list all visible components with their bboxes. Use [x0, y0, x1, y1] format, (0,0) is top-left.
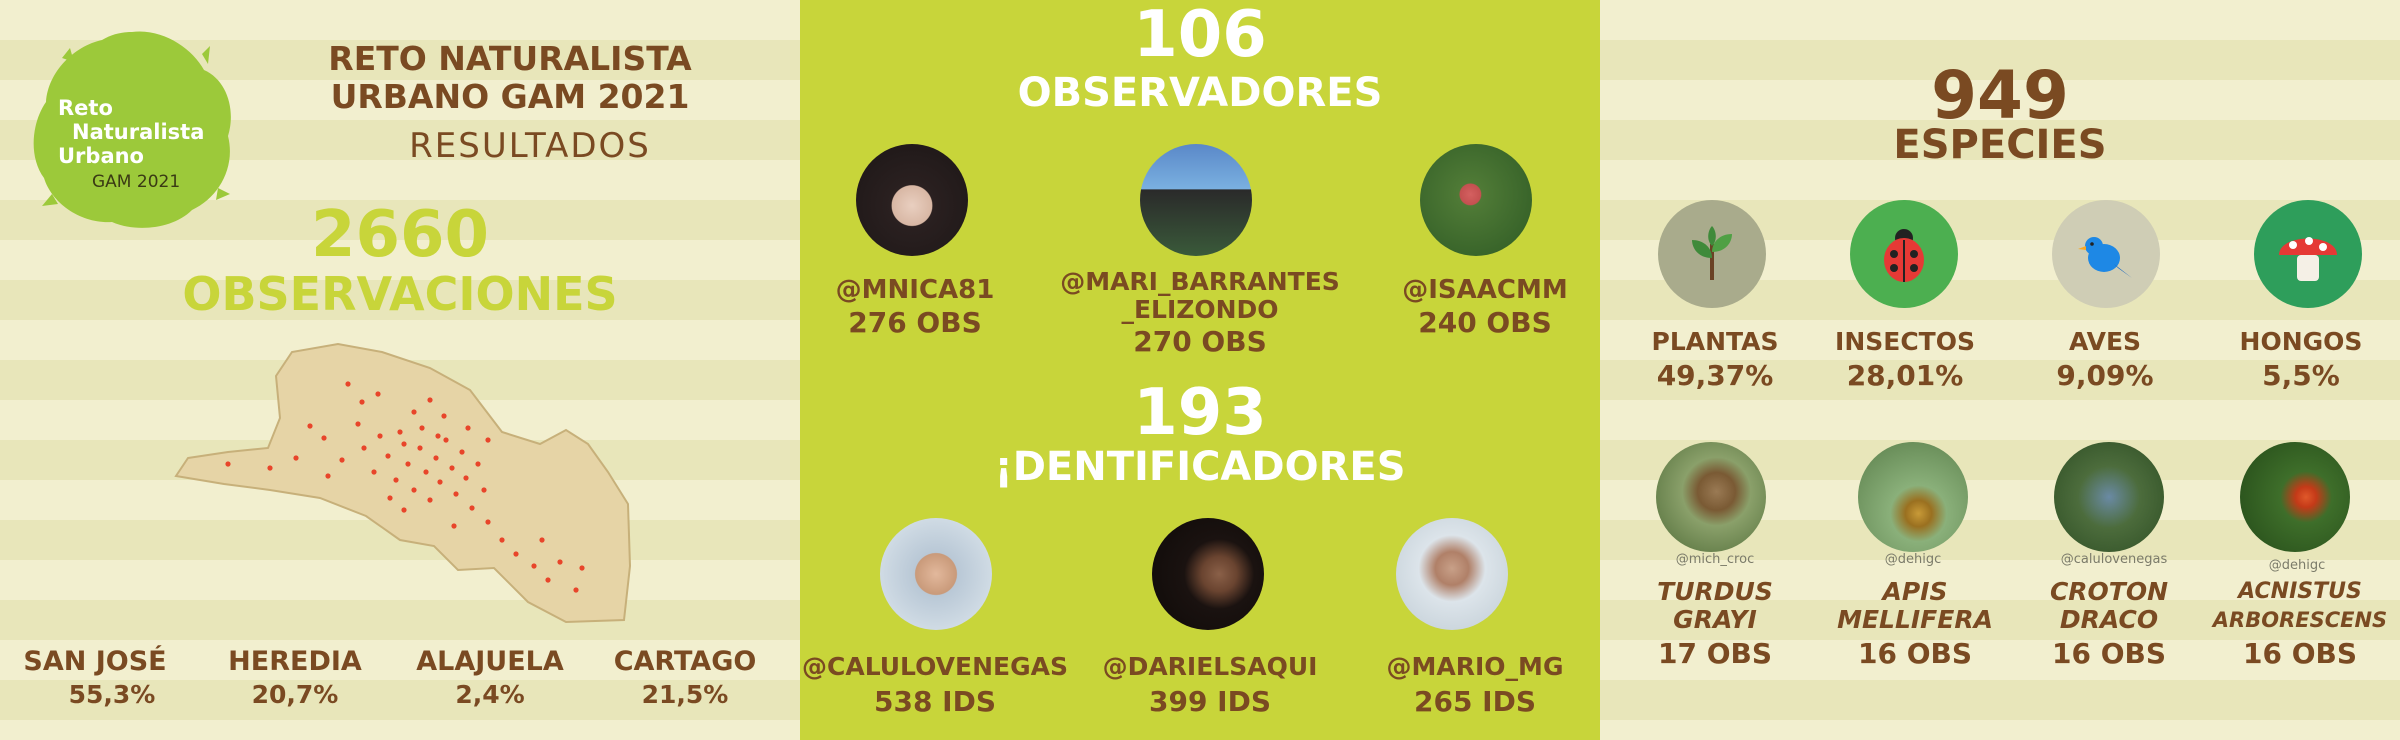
identifier-1: @CALULOVENEGAS 538 IDS — [800, 650, 1070, 720]
top-species-2: APIS MELLIFERA 16 OBS — [1810, 578, 2020, 674]
region-san-jose: SAN JOSÉ 55,3% — [10, 646, 180, 712]
species-photo — [1858, 442, 1968, 552]
group-name: AVES — [2068, 327, 2142, 356]
region-alajuela: ALAJUELA 2,4% — [400, 646, 580, 712]
plant-icon — [1658, 200, 1766, 308]
species-name-2: DRACO — [2059, 605, 2159, 634]
header-subtitle: RESULTADOS — [409, 126, 651, 166]
region-pct: 20,7% — [251, 680, 339, 709]
species-obs: 16 OBS — [2242, 637, 2358, 670]
species-name-2: GRAYI — [1673, 605, 1757, 634]
observer-user-cont: _ELIZONDO — [1121, 295, 1279, 324]
infographic: Reto Naturalista Urbano GAM 2021 RETO NA… — [0, 0, 2400, 740]
observer-2: @MARI_BARRANTES _ELIZONDO 270 OBS — [1030, 268, 1370, 360]
logo-line1: Reto — [58, 96, 113, 120]
avatar — [856, 144, 968, 256]
species-obs: 16 OBS — [2051, 637, 2167, 670]
observers-count: 106 — [1133, 0, 1267, 72]
identifier-ids: 538 IDS — [873, 685, 997, 718]
header-title-2: URBANO GAM 2021 — [330, 77, 690, 116]
group-plantas: PLANTAS 49,37% — [1620, 326, 1810, 394]
group-insectos: INSECTOS 28,01% — [1810, 326, 2000, 394]
region-pct: 21,5% — [641, 680, 729, 709]
identifier-user: @DARIELSAQUI — [1102, 652, 1318, 681]
identifier-user: @CALULOVENEGAS — [802, 652, 1068, 681]
group-pct: 5,5% — [2262, 359, 2340, 392]
mushroom-icon — [2254, 200, 2362, 308]
observations-count: 2660 — [310, 198, 490, 272]
gam-map — [168, 340, 638, 625]
top-species-3: CROTON DRACO 16 OBS — [2014, 578, 2204, 674]
species-obs: 17 OBS — [1657, 637, 1773, 670]
group-name: PLANTAS — [1651, 327, 1779, 356]
identifiers-count: 193 — [1133, 376, 1267, 450]
observations-label: OBSERVACIONES — [182, 267, 618, 321]
species-photo — [2054, 442, 2164, 552]
observer-user: @MNICA81 — [835, 275, 995, 305]
logo-line3: Urbano — [58, 144, 144, 168]
group-pct: 28,01% — [1846, 359, 1964, 392]
region-pct: 2,4% — [455, 680, 525, 709]
species-obs: 16 OBS — [1857, 637, 1973, 670]
logo-line2: Naturalista — [72, 120, 205, 144]
photo-credit: @dehigc — [1884, 552, 1942, 567]
group-hongos: HONGOS 5,5% — [2206, 326, 2396, 394]
ladybug-icon — [1850, 200, 1958, 308]
identifier-ids: 265 IDS — [1413, 685, 1537, 718]
header-title-1: RETO NATURALISTA — [328, 39, 692, 78]
group-pct: 9,09% — [2056, 359, 2154, 392]
photo-credit: @mich_croc — [1675, 552, 1755, 567]
species-name: TURDUS — [1657, 577, 1773, 606]
middle-panel: 106 OBSERVADORES @MNICA81 276 OBS @MARI_… — [800, 0, 1600, 740]
map-icon — [174, 342, 632, 624]
bird-icon — [2052, 200, 2160, 308]
identifiers-label: ¡DENTIFICADORES — [994, 444, 1406, 490]
region-name: ALAJUELA — [416, 646, 564, 677]
region-pct: 55,3% — [68, 680, 156, 709]
species-count: 949 — [1931, 57, 2069, 134]
species-name-2: MELLIFERA — [1837, 605, 1993, 634]
species-name: ACNISTUS — [2238, 579, 2362, 604]
species-name: APIS — [1882, 577, 1948, 606]
region-heredia: HEREDIA 20,7% — [210, 646, 380, 712]
avatar — [1396, 518, 1508, 630]
avatar — [880, 518, 992, 630]
observer-3: @ISAACMM 240 OBS — [1370, 274, 1600, 340]
observer-user: @ISAACMM — [1402, 275, 1568, 305]
species-name-2: ARBORESCENS — [2212, 608, 2388, 632]
avatar — [1420, 144, 1532, 256]
group-pct: 49,37% — [1656, 359, 1774, 392]
avatar — [1152, 518, 1264, 630]
species-name: CROTON — [2049, 577, 2169, 606]
top-species-1: TURDUS GRAYI 17 OBS — [1620, 578, 1810, 674]
identifier-3: @MARIO_MG 265 IDS — [1350, 650, 1600, 720]
identifier-2: @DARIELSAQUI 399 IDS — [1080, 650, 1340, 720]
photo-credit: @calulovenegas — [2060, 552, 2168, 567]
observer-obs: 240 OBS — [1418, 306, 1552, 339]
logo-line4: GAM 2021 — [92, 172, 181, 192]
photo-credit: @dehigc — [2268, 558, 2326, 573]
species-label: ESPECIES — [1893, 122, 2107, 168]
group-name: INSECTOS — [1835, 327, 1975, 356]
group-name: HONGOS — [2239, 327, 2363, 356]
identifier-user: @MARIO_MG — [1386, 652, 1564, 681]
avatar — [1140, 144, 1252, 256]
species-photo — [1656, 442, 1766, 552]
observer-obs: 270 OBS — [1133, 325, 1267, 358]
region-name: SAN JOSÉ — [23, 646, 167, 677]
region-name: HEREDIA — [228, 646, 362, 677]
header: RETO NATURALISTA URBANO GAM 2021 — [300, 40, 720, 116]
top-species-4: ACNISTUS ARBORESCENS 16 OBS — [2200, 578, 2400, 674]
group-aves: AVES 9,09% — [2010, 326, 2200, 394]
right-panel: 949 ESPECIES PLANTAS 49,37% INSECTOS 28,… — [1600, 0, 2400, 740]
observers-label: OBSERVADORES — [1017, 70, 1383, 116]
region-name: CARTAGO — [613, 646, 757, 677]
observer-obs: 276 OBS — [848, 306, 982, 339]
observer-user: @MARI_BARRANTES — [1060, 267, 1340, 296]
identifier-ids: 399 IDS — [1148, 685, 1272, 718]
observer-1: @MNICA81 276 OBS — [800, 274, 1030, 340]
left-panel: Reto Naturalista Urbano GAM 2021 RETO NA… — [0, 0, 800, 740]
region-cartago: CARTAGO 21,5% — [600, 646, 770, 712]
species-photo — [2240, 442, 2350, 552]
